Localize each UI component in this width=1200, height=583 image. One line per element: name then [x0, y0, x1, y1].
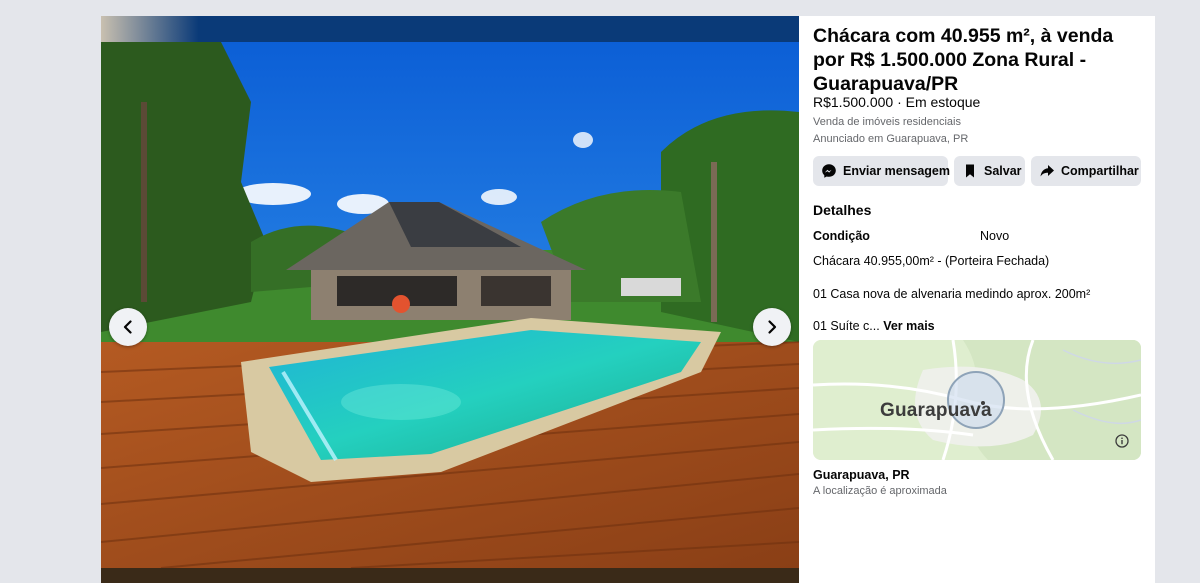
send-message-label: Enviar mensagem: [843, 164, 950, 178]
chevron-right-icon: [768, 320, 777, 334]
chevron-left-icon: [123, 320, 132, 334]
price-stock: R$1.500.000 · Em estoque: [813, 94, 981, 110]
description-line-3: 01 Suíte c... Ver mais: [813, 319, 935, 333]
messenger-icon: [821, 163, 837, 179]
description-truncated: 01 Suíte c...: [813, 319, 880, 333]
marketplace-listing: Chácara com 40.955 m², à venda por R$ 1.…: [101, 16, 1155, 583]
photo-viewer: [101, 16, 799, 583]
condition-value: Novo: [980, 229, 1010, 243]
condition-label: Condição: [813, 229, 870, 243]
details-heading: Detalhes: [813, 202, 872, 218]
next-photo-button[interactable]: [753, 308, 791, 346]
listing-title: Chácara com 40.955 m², à venda por R$ 1.…: [813, 25, 1114, 95]
description-line-1: Chácara 40.955,00m² - (Porteira Fechada): [813, 254, 1050, 268]
share-button[interactable]: Compartilhar: [1031, 156, 1141, 186]
location-map[interactable]: Guarapuava: [813, 340, 1141, 460]
photo-bottom-band: [101, 568, 799, 583]
save-label: Salvar: [984, 164, 1022, 178]
description-line-2: 01 Casa nova de alvenaria medindo aprox.…: [813, 287, 1091, 301]
listing-location-meta[interactable]: Anunciado em Guarapuava, PR: [813, 133, 968, 145]
photo-top-band: [101, 16, 799, 42]
location-approx-note: A localização é aproximada: [813, 485, 947, 497]
share-arrow-icon: [1039, 163, 1055, 179]
see-more-link[interactable]: Ver mais: [883, 319, 934, 333]
bookmark-icon: [962, 163, 978, 179]
share-label: Compartilhar: [1061, 164, 1139, 178]
save-button[interactable]: Salvar: [954, 156, 1025, 186]
listing-photo: [101, 42, 799, 568]
send-message-button[interactable]: Enviar mensagem: [813, 156, 950, 186]
info-icon[interactable]: [1115, 434, 1129, 448]
listing-category[interactable]: Venda de imóveis residenciais: [813, 116, 961, 128]
previous-photo-button[interactable]: [109, 308, 147, 346]
map-city-label: Guarapuava: [880, 400, 992, 421]
location-name: Guarapuava, PR: [813, 468, 910, 482]
